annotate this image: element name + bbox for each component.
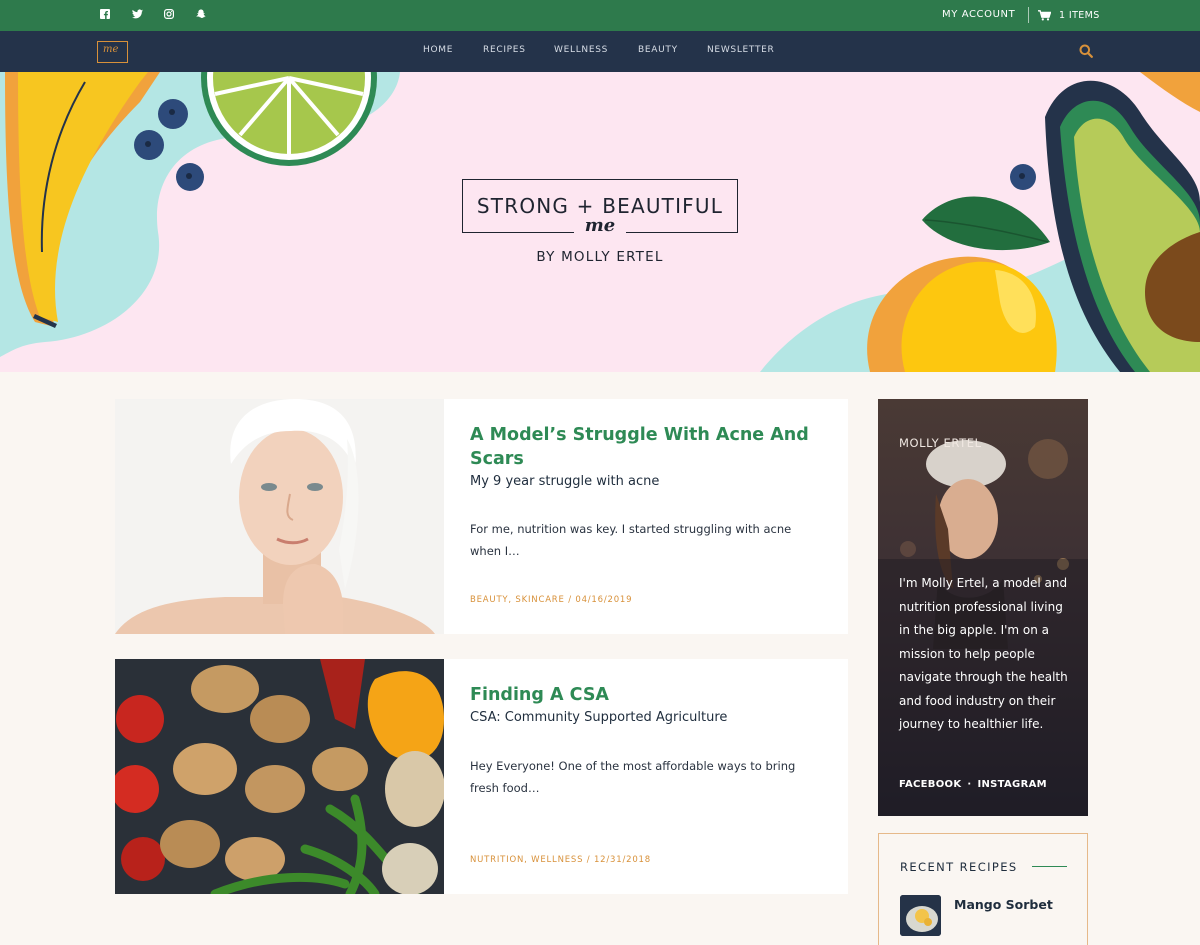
sorbet-photo (900, 895, 941, 936)
nav-newsletter[interactable]: NEWSLETTER (707, 45, 775, 55)
brand-script: me (574, 215, 626, 237)
link-separator: · (967, 779, 972, 790)
top-bar: MY ACCOUNT 1 ITEMS (0, 0, 1200, 31)
snapchat-icon[interactable] (196, 8, 228, 22)
nav-home[interactable]: HOME (423, 45, 453, 55)
post-title[interactable]: A Model’s Struggle With Acne And Scars (470, 423, 810, 471)
twitter-icon[interactable] (132, 8, 164, 22)
recent-recipes-heading: RECENT RECIPES (900, 860, 1018, 874)
post-card[interactable]: Finding A CSA CSA: Community Supported A… (115, 659, 848, 894)
my-account-link[interactable]: MY ACCOUNT (942, 9, 1015, 20)
facebook-icon[interactable] (100, 8, 132, 22)
instagram-icon[interactable] (164, 8, 196, 22)
post-meta[interactable]: BEAUTY, SKINCARE / 04/16/2019 (470, 595, 632, 605)
cart-count[interactable]: 1 ITEMS (1059, 10, 1100, 21)
recipe-title[interactable]: Mango Sorbet (954, 897, 1053, 912)
recent-recipes-widget: RECENT RECIPES Mango Sorbet (878, 833, 1088, 945)
vegetables-photo (115, 659, 444, 894)
nav-beauty[interactable]: BEAUTY (638, 45, 678, 55)
post-meta[interactable]: NUTRITION, WELLNESS / 12/31/2018 (470, 855, 651, 865)
about-bio: I'm Molly Ertel, a model and nutrition p… (899, 576, 1068, 731)
cart-icon[interactable] (1038, 10, 1051, 21)
about-name: MOLLY ERTEL (899, 436, 982, 450)
about-social-links: FACEBOOK · INSTAGRAM (899, 779, 1047, 790)
heading-rule (1032, 866, 1067, 867)
nav-wellness[interactable]: WELLNESS (554, 45, 608, 55)
nav-recipes[interactable]: RECIPES (483, 45, 526, 55)
post-excerpt: For me, nutrition was key. I started str… (470, 522, 792, 558)
hero-banner: STRONG + BEAUTIFUL me BY MOLLY ERTEL (0, 72, 1200, 372)
social-icons (100, 8, 228, 22)
post-thumbnail[interactable] (115, 399, 444, 634)
site-logo-text: me (103, 44, 119, 55)
search-icon[interactable] (1079, 44, 1093, 58)
facebook-link[interactable]: FACEBOOK (899, 779, 961, 790)
brand-byline: BY MOLLY ERTEL (536, 249, 664, 265)
post-card[interactable]: A Model’s Struggle With Acne And Scars M… (115, 399, 848, 634)
recipe-thumbnail[interactable] (900, 895, 941, 936)
site-logo[interactable]: me (97, 41, 128, 63)
post-subtitle: CSA: Community Supported Agriculture (470, 710, 728, 725)
post-thumbnail[interactable] (115, 659, 444, 894)
post-excerpt: Hey Everyone! One of the most affordable… (470, 759, 796, 795)
about-widget: MOLLY ERTEL I'm Molly Ertel, a model and… (878, 399, 1088, 816)
woman-towel-photo (115, 399, 444, 634)
topbar-divider (1028, 7, 1029, 23)
instagram-link[interactable]: INSTAGRAM (977, 779, 1046, 790)
post-title[interactable]: Finding A CSA (470, 683, 810, 707)
post-subtitle: My 9 year struggle with acne (470, 474, 660, 489)
main-nav: me HOME RECIPES WELLNESS BEAUTY NEWSLETT… (0, 31, 1200, 72)
